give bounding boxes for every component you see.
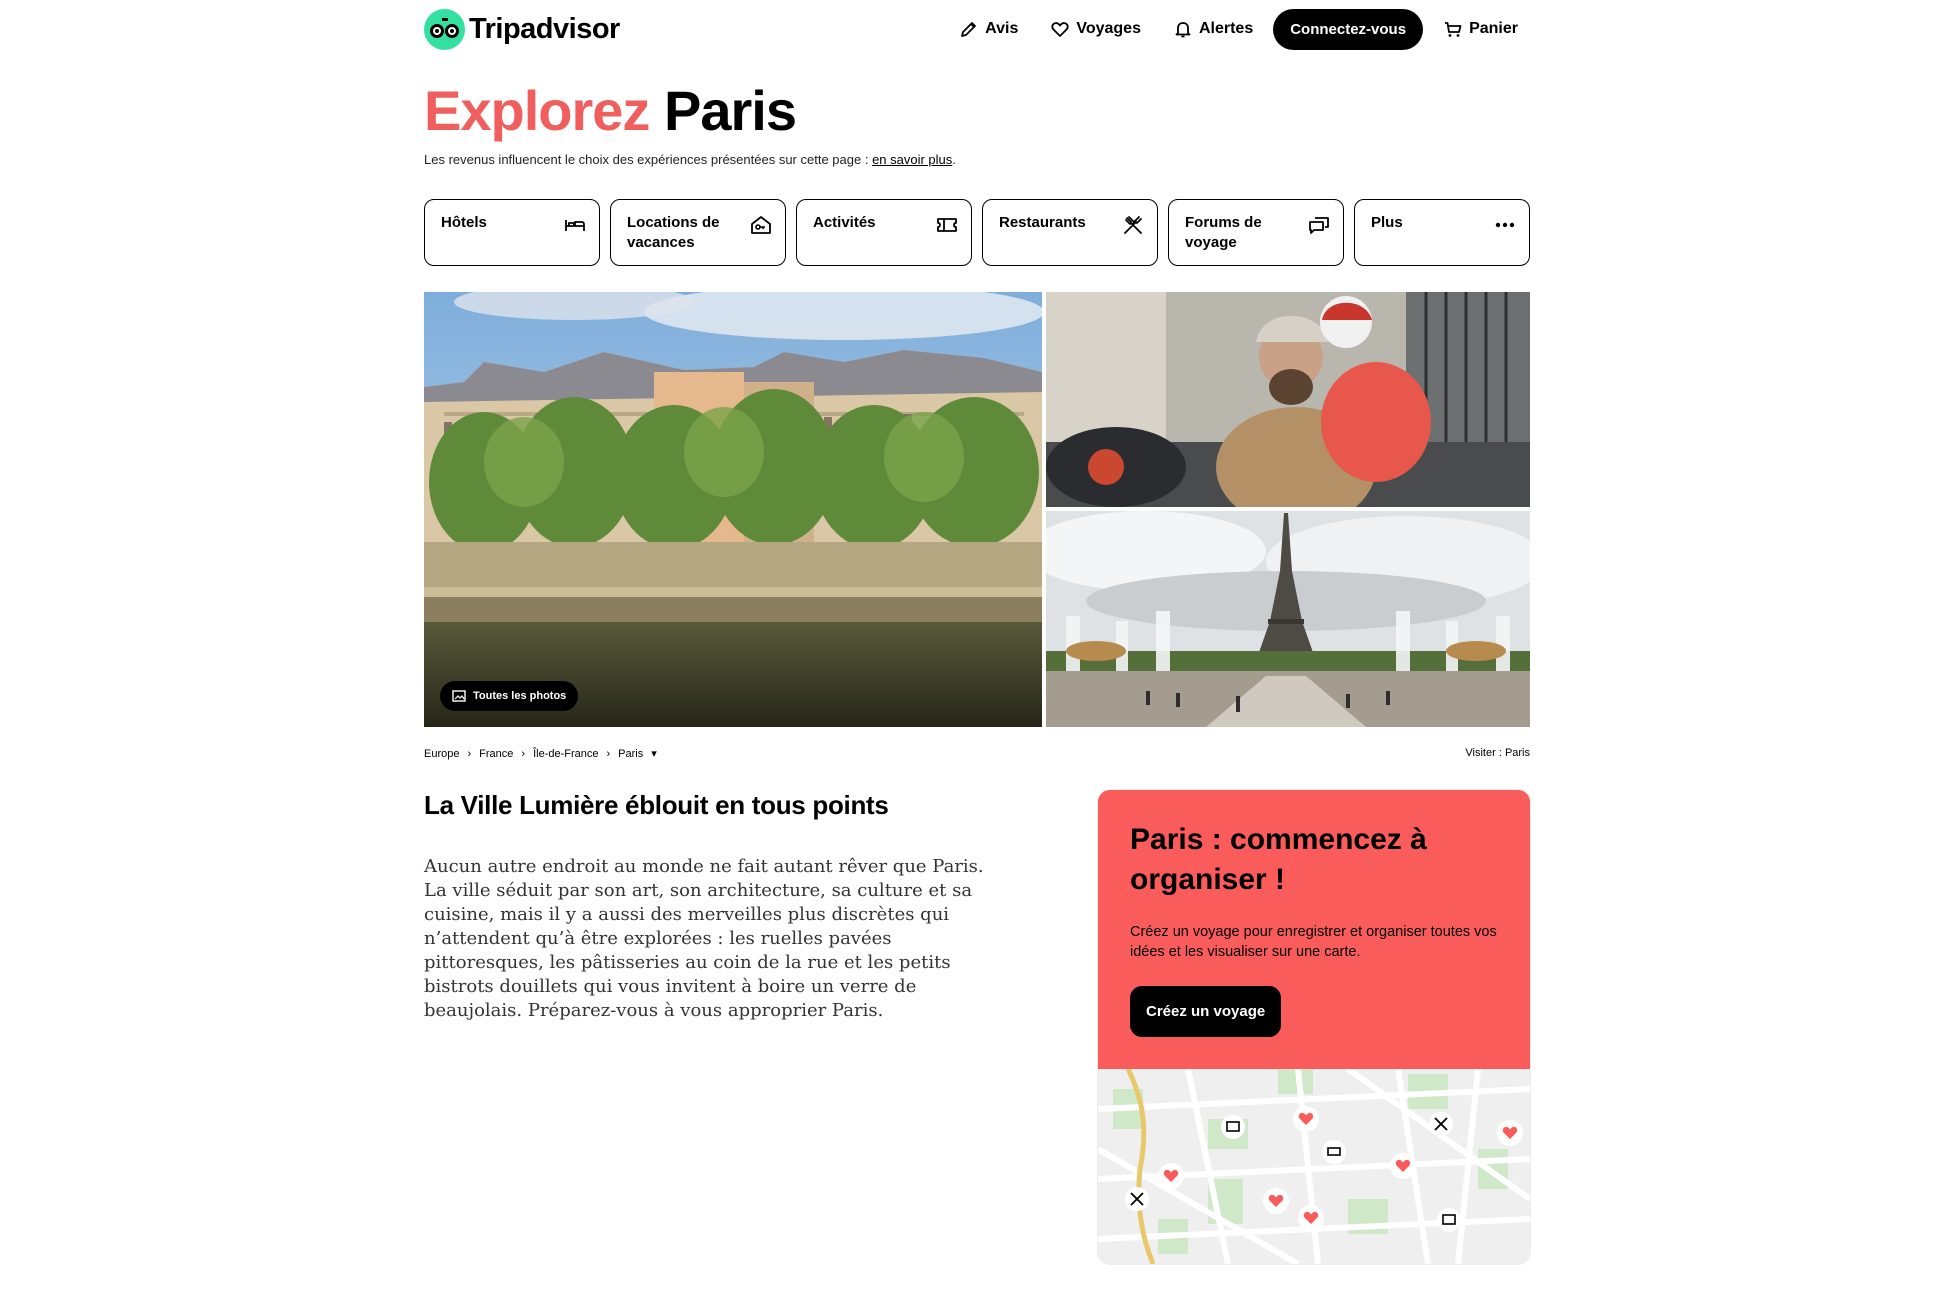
tile-hotels[interactable]: Hôtels [424,199,600,266]
caret-down-icon[interactable]: ▾ [651,747,657,760]
image-icon [452,690,466,702]
plan-trip-card: Paris : commencez à organiser ! Créez un… [1098,790,1530,1264]
tile-vacation-rentals[interactable]: Locations de vacances [610,199,786,266]
tile-hotels-label: Hôtels [441,214,487,231]
tile-forums[interactable]: Forums de voyage [1168,199,1344,266]
breadcrumb: Europe › France › Île-de-France › Paris … [424,747,657,761]
top-header: Tripadvisor Avis Voyages Alertes Connect… [424,0,1530,58]
intro-title: La Ville Lumière éblouit en tous points [424,790,889,820]
header-nav: Avis Voyages Alertes Connectez-vous Pani… [947,8,1530,50]
crumb-europe[interactable]: Europe [424,748,459,760]
page-title: Explorez Paris [424,83,1530,139]
tile-restaurants-label: Restaurants [999,214,1086,231]
title-city: Paris [663,79,797,142]
tile-more[interactable]: Plus [1354,199,1530,266]
bell-icon [1175,22,1191,38]
plan-title: Paris : commencez à organiser ! [1130,823,1427,896]
nav-avis[interactable]: Avis [947,11,1030,47]
signin-button[interactable]: Connectez-vous [1273,8,1424,50]
chat-bubbles-icon [1309,217,1329,234]
tile-vacation-rentals-label: Locations de vacances [627,214,720,251]
nav-panier[interactable]: Panier [1431,11,1530,47]
photo-gallery: Toutes les photos [424,292,1530,727]
owl-logo-icon [424,8,465,50]
photo-eiffel-tower[interactable] [1046,511,1530,727]
fork-knife-icon [1124,216,1142,234]
revenue-disclaimer: Les revenus influencent le choix des exp… [424,152,1530,167]
cart-icon [1445,22,1462,37]
disclaimer-text: Les revenus influencent le choix des exp… [424,152,873,167]
breadcrumb-row: Europe › France › Île-de-France › Paris … [424,747,1530,760]
all-photos-button[interactable]: Toutes les photos [440,681,579,711]
tripadvisor-logo[interactable]: Tripadvisor [424,8,620,50]
crumb-ile-de-france[interactable]: Île-de-France [533,748,598,760]
pencil-icon [961,22,977,37]
intro-body: Aucun autre endroit au monde ne fait aut… [424,856,984,1021]
chevron-right-icon: › [606,747,611,760]
nav-alertes-label: Alertes [1198,20,1254,37]
tile-forums-label: Forums de voyage [1185,214,1262,251]
house-key-icon [751,216,771,234]
chevron-right-icon: › [467,747,472,760]
nav-voyages[interactable]: Voyages [1038,11,1153,47]
tile-more-label: Plus [1371,214,1403,231]
photo-sidecar-tour[interactable] [1046,292,1530,507]
disclaimer-end: . [952,152,956,167]
tile-restaurants[interactable]: Restaurants [982,199,1158,266]
chevron-right-icon: › [521,747,526,760]
photo-seine-quay[interactable]: Toutes les photos [424,292,1042,727]
more-dots-icon [1495,222,1515,228]
nav-alertes[interactable]: Alertes [1161,11,1265,47]
nav-panier-label: Panier [1469,20,1518,37]
category-tiles: Hôtels Locations de vacances Activités R… [424,199,1530,266]
tile-activities-label: Activités [813,214,876,231]
nav-voyages-label: Voyages [1076,20,1141,37]
trip-map-preview[interactable] [1098,1069,1530,1264]
crumb-france[interactable]: France [479,748,513,760]
crumb-paris[interactable]: Paris [618,748,643,760]
tile-activities[interactable]: Activités [796,199,972,266]
main-content: La Ville Lumière éblouit en tous points … [424,790,1530,1264]
heart-icon [1051,22,1069,37]
plan-description: Créez un voyage pour enregistrer et orga… [1130,924,1497,960]
intro-section: La Ville Lumière éblouit en tous points … [424,790,984,1264]
page: Tripadvisor Avis Voyages Alertes Connect… [424,0,1530,1264]
learn-more-link[interactable]: en savoir plus [872,152,952,167]
ticket-icon [937,218,957,232]
visit-label: Visiter : Paris [1465,747,1530,759]
bed-icon [565,220,585,231]
logo-text: Tripadvisor [469,12,620,45]
plan-trip-panel: Paris : commencez à organiser ! Créez un… [1098,790,1530,1069]
all-photos-label: Toutes les photos [473,690,567,702]
create-trip-button[interactable]: Créez un voyage [1130,986,1282,1037]
title-accent: Explorez [424,79,650,142]
nav-avis-label: Avis [985,20,1019,37]
